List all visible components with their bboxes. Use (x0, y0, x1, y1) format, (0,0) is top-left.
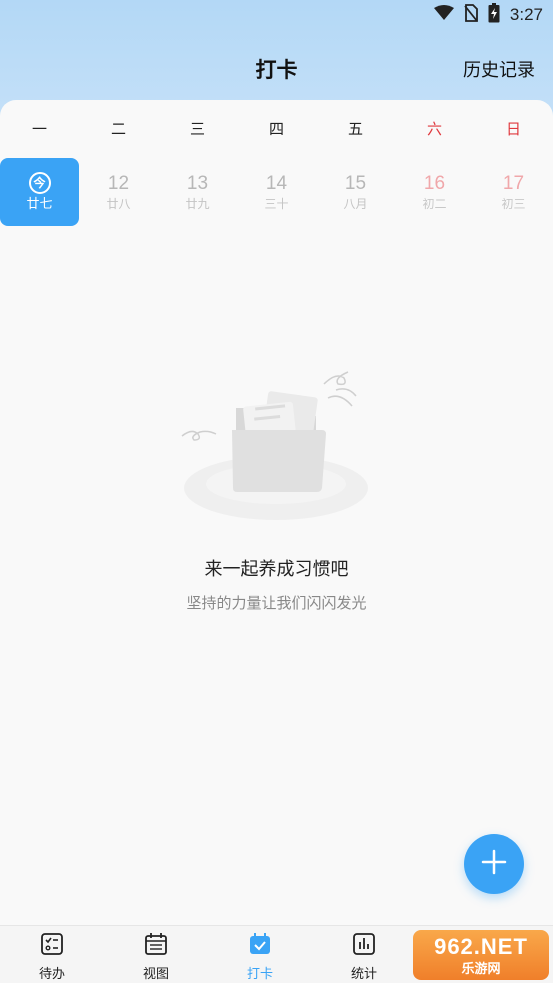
main-card: 一 二 三 四 五 六 日 今 廿七 12 廿八 13 廿九 14 三十 15 … (0, 100, 553, 925)
status-time: 3:27 (509, 5, 543, 24)
weekday-label: 三 (189, 120, 205, 138)
add-habit-button[interactable] (464, 834, 524, 894)
lunar-date: 初三 (501, 196, 526, 211)
date-number: 16 (423, 172, 446, 194)
history-button[interactable]: 历史记录 (463, 56, 535, 82)
no-sim-icon (464, 4, 478, 26)
date-number: 17 (502, 172, 525, 194)
weekday-label: 一 (31, 120, 47, 138)
nav-label: 打卡 (246, 967, 273, 982)
date-cell[interactable]: 16 初二 (395, 158, 474, 226)
date-number: 15 (344, 172, 367, 194)
nav-item-checkin[interactable]: 打卡 (208, 926, 312, 983)
weekday-label: 四 (268, 120, 284, 138)
lunar-date: 三十 (264, 196, 289, 211)
nav-label: 视图 (142, 967, 169, 982)
lunar-date: 廿七 (26, 196, 53, 212)
watermark-logo: 962.NET (434, 933, 528, 959)
empty-folder-illustration (176, 366, 376, 526)
weekday-label: 六 (426, 120, 442, 138)
status-bar: 3:27 (0, 0, 553, 30)
calendar-check-icon (248, 932, 272, 960)
lunar-date: 廿九 (185, 196, 210, 211)
empty-state-subtitle: 坚持的力量让我们闪闪发光 (186, 594, 367, 612)
today-badge: 今 (28, 171, 51, 194)
lunar-date: 初二 (422, 196, 447, 211)
week-dates: 今 廿七 12 廿八 13 廿九 14 三十 15 八月 16 初二 17 初三 (0, 158, 553, 228)
site-watermark: 962.NET 乐游网 (413, 930, 549, 980)
date-number: 14 (265, 172, 288, 194)
weekday-label: 五 (347, 120, 363, 138)
weekday-header: 一 二 三 四 五 六 日 (0, 118, 553, 142)
nav-item-view[interactable]: 视图 (104, 926, 208, 983)
weekday-label: 二 (110, 120, 126, 138)
lunar-date: 廿八 (106, 196, 131, 211)
date-cell[interactable]: 13 廿九 (158, 158, 237, 226)
bar-chart-icon (352, 932, 376, 960)
date-cell[interactable]: 12 廿八 (79, 158, 158, 226)
date-cell-today[interactable]: 今 廿七 (0, 158, 79, 226)
battery-charging-icon (488, 3, 500, 27)
date-cell[interactable]: 14 三十 (237, 158, 316, 226)
lunar-date: 八月 (343, 196, 368, 211)
weekday-label: 日 (505, 120, 521, 138)
nav-label: 待办 (38, 967, 65, 982)
app-header: 打卡 历史记录 (0, 46, 553, 90)
calendar-grid-icon (144, 932, 168, 960)
nav-item-stats[interactable]: 统计 (312, 926, 416, 983)
todo-list-icon (40, 932, 64, 960)
date-number: 13 (186, 172, 209, 194)
nav-label: 统计 (350, 967, 377, 982)
empty-state-title: 来一起养成习惯吧 (204, 559, 349, 580)
watermark-text: 乐游网 (461, 961, 501, 977)
plus-icon (481, 849, 507, 879)
date-cell[interactable]: 17 初三 (474, 158, 553, 226)
nav-item-todo[interactable]: 待办 (0, 926, 104, 983)
wifi-icon (433, 5, 454, 25)
date-number: 12 (107, 172, 130, 194)
date-cell[interactable]: 15 八月 (316, 158, 395, 226)
